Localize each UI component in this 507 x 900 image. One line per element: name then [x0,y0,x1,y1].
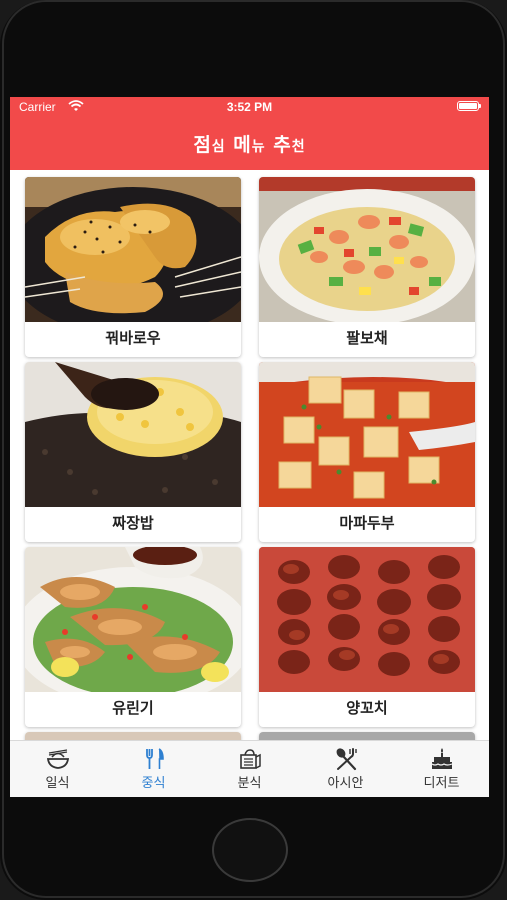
tab-label: 아시안 [327,776,364,791]
menu-card-label: 꿔바로우 [105,329,161,347]
menu-grid: 꿔바로우 팔보채 짜장밥 마파두부 유린기 양꼬치 [10,170,489,740]
tab-asian[interactable]: 아시안 [298,741,393,797]
home-button[interactable] [212,818,288,882]
food-image [25,177,241,322]
menu-card-label: 유린기 [112,699,154,717]
food-image [259,177,475,322]
food-image [259,362,475,507]
menu-card-palbochae[interactable]: 팔보채 [259,177,475,357]
food-image [25,732,241,740]
food-image [25,547,241,692]
tab-label: 디저트 [423,776,460,791]
status-bar: Carrier 3:52 PM [10,97,489,117]
menu-card-label: 마파두부 [339,514,395,532]
tab-label: 분식 [237,776,262,791]
menu-card-mapadubu[interactable]: 마파두부 [259,362,475,542]
menu-card-partial[interactable] [259,732,475,740]
food-image [25,362,241,507]
menu-card-guobaorou[interactable]: 꿔바로우 [25,177,241,357]
tab-snack[interactable]: 분식 [202,741,297,797]
page-title: 점심 메뉴 추천 [10,130,489,157]
menu-card-yuringi[interactable]: 유린기 [25,547,241,727]
cake-icon [431,748,453,769]
title-part: 점 [193,134,212,156]
tab-japanese[interactable]: 일식 [10,741,105,797]
title-part: 천 [291,139,306,155]
title-part: 메 [225,134,252,156]
tab-label: 중식 [141,776,166,791]
title-part: 뉴 [251,139,266,155]
title-part: 추 [265,134,292,156]
tab-chinese[interactable]: 중식 [106,741,201,797]
phone-frame: Carrier 3:52 PM 점심 메뉴 추천 꿔바로우 팔보채 짜장밥 마파… [0,0,507,900]
menu-card-label: 팔보채 [346,329,388,347]
bowl-icon [46,749,70,769]
food-image [259,732,475,740]
menu-card-yangkkochi[interactable]: 양꼬치 [259,547,475,727]
status-time: 3:52 PM [226,100,273,114]
food-image [259,547,475,692]
tab-dessert[interactable]: 디저트 [394,741,489,797]
app-screen: Carrier 3:52 PM 점심 메뉴 추천 꿔바로우 팔보채 짜장밥 마파… [10,97,489,797]
menu-card-partial[interactable] [25,732,241,740]
tab-label: 일식 [45,776,70,791]
utensils-cross-icon [336,748,357,771]
nav-header: 점심 메뉴 추천 [10,117,489,170]
menu-card-label: 양꼬치 [346,699,388,717]
tab-bar: 일식 중식 분식 아시안 디저트 [10,740,489,797]
tray-icon [240,749,261,769]
battery-icon [457,101,481,111]
fork-knife-icon [146,748,164,769]
menu-card-jjajangbap[interactable]: 짜장밥 [25,362,241,542]
title-part: 심 [211,139,226,155]
menu-card-label: 짜장밥 [112,514,154,532]
